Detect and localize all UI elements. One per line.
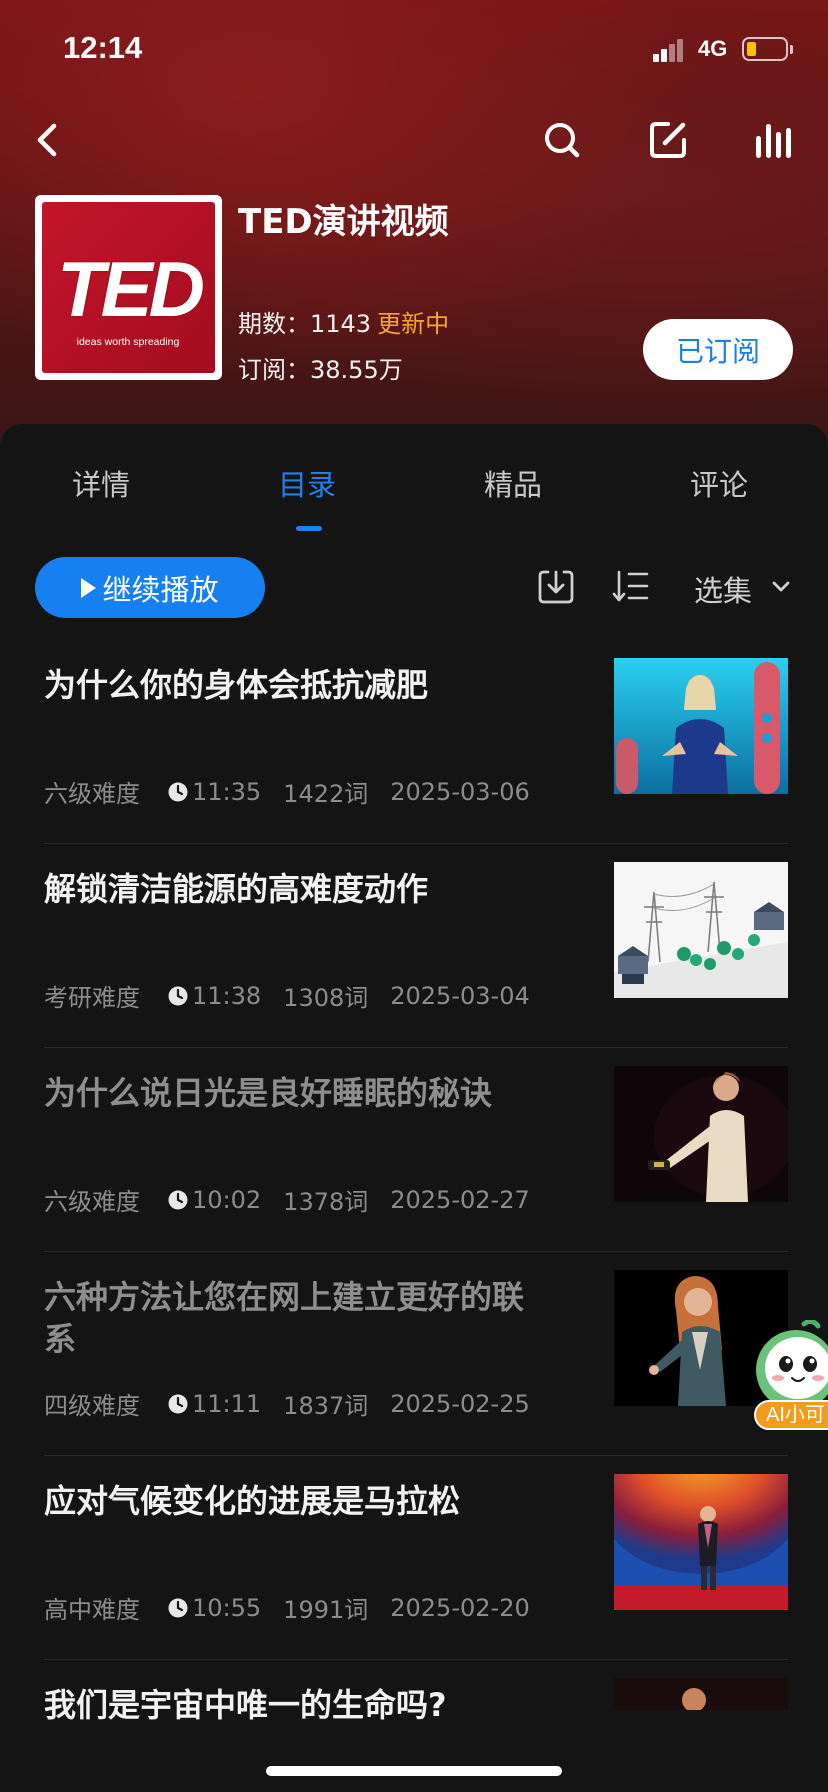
ai-assistant-float[interactable]: AI小可 bbox=[748, 1320, 828, 1440]
episode-meta: 六级难度 11:35 1422词 2025-03-06 bbox=[44, 774, 530, 809]
episode-level: 六级难度 bbox=[44, 1188, 140, 1216]
episode-title: 解锁清洁能源的高难度动作 bbox=[44, 870, 429, 908]
episode-row[interactable]: 应对气候变化的进展是马拉松 高中难度 10:55 1991词 2025-02-2… bbox=[44, 1456, 788, 1660]
podcast-title: TED演讲视频 bbox=[238, 202, 449, 242]
episode-title: 为什么说日光是良好睡眠的秘诀 bbox=[44, 1074, 493, 1112]
ai-assistant-label: AI小可 bbox=[754, 1400, 828, 1430]
episode-meta: 六级难度 10:02 1378词 2025-02-27 bbox=[44, 1182, 530, 1217]
episode-words: 1991词 bbox=[283, 1596, 369, 1624]
subscribed-button[interactable]: 已订阅 bbox=[643, 319, 793, 380]
battery-icon bbox=[742, 37, 788, 61]
tab-indicator bbox=[296, 526, 322, 531]
episode-row[interactable]: 为什么你的身体会抵抗减肥 六级难度 11:35 1422词 2025-03-06 bbox=[44, 640, 788, 844]
episode-count: 期数：1143 更新中 bbox=[238, 310, 450, 338]
network-type: 4G bbox=[698, 36, 728, 61]
episode-thumbnail bbox=[614, 1678, 788, 1710]
back-icon[interactable] bbox=[26, 118, 70, 162]
ai-mascot-icon bbox=[756, 1320, 828, 1410]
episode-date: 2025-02-25 bbox=[390, 1389, 530, 1418]
status-time: 12:14 bbox=[63, 30, 143, 65]
tab-catalog[interactable]: 目录 bbox=[278, 462, 336, 504]
episode-date: 2025-03-04 bbox=[390, 981, 530, 1010]
tab-featured[interactable]: 精品 bbox=[484, 462, 542, 504]
tab-details[interactable]: 详情 bbox=[72, 462, 130, 504]
episode-thumbnail bbox=[614, 1474, 788, 1610]
signal-icon bbox=[653, 38, 687, 62]
ted-logo-text: TED bbox=[57, 245, 205, 333]
clock-icon bbox=[168, 986, 188, 1005]
episode-level: 高中难度 bbox=[44, 1596, 140, 1624]
edit-icon[interactable] bbox=[646, 118, 690, 162]
episode-thumbnail bbox=[614, 658, 788, 794]
search-icon[interactable] bbox=[540, 118, 584, 162]
sort-icon[interactable] bbox=[611, 566, 651, 606]
episode-thumbnail bbox=[614, 1066, 788, 1202]
tab-comments[interactable]: 评论 bbox=[690, 462, 748, 504]
chevron-down-icon[interactable] bbox=[770, 576, 792, 598]
episode-meta: 四级难度 11:11 1837词 2025-02-25 bbox=[44, 1386, 530, 1421]
home-indicator bbox=[266, 1766, 562, 1776]
episode-title: 为什么你的身体会抵抗减肥 bbox=[44, 666, 429, 704]
ted-tagline: ideas worth spreading bbox=[76, 336, 180, 348]
episode-level: 四级难度 bbox=[44, 1392, 140, 1420]
continue-play-button[interactable]: 继续播放 bbox=[35, 557, 265, 618]
subscriber-count: 订阅：38.55万 bbox=[238, 356, 403, 384]
clock-icon bbox=[168, 1598, 188, 1617]
episode-select-button[interactable]: 选集 bbox=[694, 568, 752, 610]
episode-duration: 11:11 bbox=[192, 1389, 262, 1418]
episode-words: 1422词 bbox=[283, 780, 369, 808]
status-bar: 12:14 4G bbox=[0, 0, 828, 100]
episode-level: 考研难度 bbox=[44, 984, 140, 1012]
download-icon[interactable] bbox=[536, 566, 576, 606]
episode-title: 六种方法让您在网上建立更好的联系 bbox=[44, 1278, 525, 1358]
episode-row[interactable]: 解锁清洁能源的高难度动作 考研难度 11:38 1308词 2025-03-04 bbox=[44, 844, 788, 1048]
episode-date: 2025-02-27 bbox=[390, 1185, 530, 1214]
episode-level: 六级难度 bbox=[44, 780, 140, 808]
episode-date: 2025-02-20 bbox=[390, 1593, 530, 1622]
episode-words: 1837词 bbox=[283, 1392, 369, 1420]
podcast-cover: TED ideas worth spreading bbox=[35, 195, 222, 380]
episode-thumbnail bbox=[614, 862, 788, 998]
episode-words: 1378词 bbox=[283, 1188, 369, 1216]
episode-row[interactable]: 六种方法让您在网上建立更好的联系 四级难度 11:11 1837词 2025-0… bbox=[44, 1252, 788, 1456]
episode-meta: 高中难度 10:55 1991词 2025-02-20 bbox=[44, 1590, 530, 1625]
updating-badge: 更新中 bbox=[377, 310, 450, 338]
clock-icon bbox=[168, 1190, 188, 1209]
clock-icon bbox=[168, 782, 188, 801]
episode-row[interactable]: 为什么说日光是良好睡眠的秘诀 六级难度 10:02 1378词 2025-02-… bbox=[44, 1048, 788, 1252]
episode-title: 应对气候变化的进展是马拉松 bbox=[44, 1482, 461, 1520]
episode-title: 我们是宇宙中唯一的生命吗? bbox=[44, 1686, 447, 1724]
episode-duration: 11:35 bbox=[192, 777, 262, 806]
episode-duration: 11:38 bbox=[192, 981, 262, 1010]
episode-words: 1308词 bbox=[283, 984, 369, 1012]
clock-icon bbox=[168, 1394, 188, 1413]
stats-icon[interactable] bbox=[752, 118, 796, 162]
episode-date: 2025-03-06 bbox=[390, 777, 530, 806]
episode-duration: 10:55 bbox=[192, 1593, 262, 1622]
episode-meta: 考研难度 11:38 1308词 2025-03-04 bbox=[44, 978, 530, 1013]
play-icon bbox=[81, 577, 97, 598]
episode-duration: 10:02 bbox=[192, 1185, 262, 1214]
battery-cap bbox=[790, 45, 793, 54]
